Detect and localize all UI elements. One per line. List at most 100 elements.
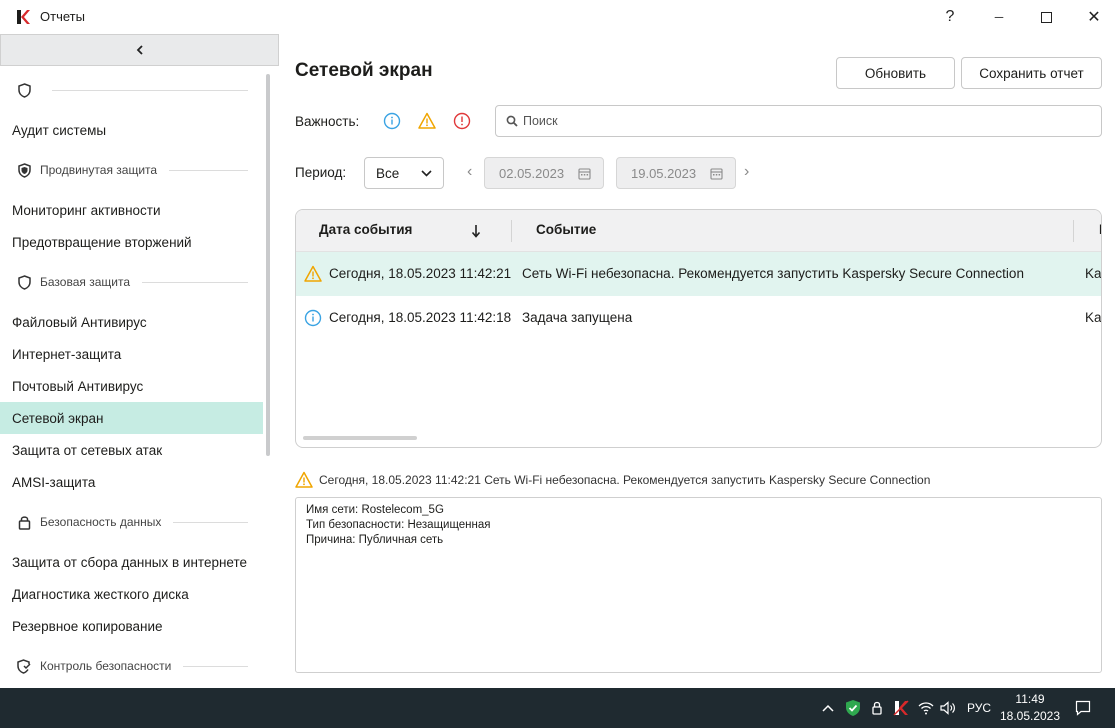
save-report-button[interactable]: Сохранить отчет xyxy=(961,57,1102,89)
chevron-up-icon xyxy=(822,704,834,712)
sidebar-item-label: Диагностика жесткого диска xyxy=(12,586,189,602)
sidebar-item-label: Интернет-защита xyxy=(12,346,122,362)
close-button[interactable]: ✕ xyxy=(1071,3,1115,31)
sidebar-item-label: Защита от сетевых атак xyxy=(12,442,163,458)
sidebar-item-label: Аудит системы xyxy=(12,122,107,138)
main-panel: Сетевой экран Обновить Сохранить отчет В… xyxy=(279,34,1115,688)
calendar-icon xyxy=(710,167,723,180)
detail-line: Причина: Публичная сеть xyxy=(306,534,444,546)
table-row[interactable]: Сегодня, 18.05.2023 11:42:18 Задача запу… xyxy=(296,296,1102,340)
row-extra: Kas xyxy=(1085,310,1102,325)
notification-icon xyxy=(1075,700,1091,716)
maximize-button[interactable] xyxy=(1023,3,1069,31)
window-title: Отчеты xyxy=(40,9,85,24)
divider xyxy=(183,665,248,667)
column-header-date[interactable]: Дата события xyxy=(319,222,412,237)
prev-period-button[interactable]: ‹ xyxy=(467,163,472,181)
sidebar-item-firewall[interactable]: Сетевой экран xyxy=(0,402,263,434)
page-title: Сетевой экран xyxy=(295,60,433,81)
sort-down-icon[interactable] xyxy=(471,224,481,238)
help-button[interactable]: ? xyxy=(927,3,973,31)
divider xyxy=(173,521,248,523)
column-separator[interactable] xyxy=(1073,220,1074,242)
lock-icon xyxy=(16,514,32,530)
sidebar-group-advanced: Продвинутая защита xyxy=(16,159,248,181)
clock[interactable]: 11:49 18.05.2023 xyxy=(1000,688,1060,728)
shield-check-icon xyxy=(16,658,32,674)
search-icon xyxy=(506,115,518,127)
date-from-field[interactable]: 02.05.2023 xyxy=(484,157,604,189)
sidebar-item-label: Почтовый Антивирус xyxy=(12,378,144,394)
column-header-event[interactable]: Событие xyxy=(536,222,596,237)
maximize-icon xyxy=(1040,11,1052,23)
sidebar-item-private-browsing[interactable]: Защита от сбора данных в интернете xyxy=(0,546,263,578)
sidebar-item-activity-monitor[interactable]: Мониторинг активности xyxy=(0,194,263,226)
tray-kaspersky-shield[interactable] xyxy=(843,688,863,728)
warning-filter-icon[interactable] xyxy=(418,112,436,130)
wifi-icon xyxy=(918,702,934,715)
sidebar-item-label: Предотвращение вторжений xyxy=(12,234,192,250)
sidebar-item-mail-antivirus[interactable]: Почтовый Антивирус xyxy=(0,370,263,402)
taskbar: РУС 11:49 18.05.2023 xyxy=(0,688,1115,728)
severity-label: Важность: xyxy=(295,114,360,129)
notifications-button[interactable] xyxy=(1072,688,1094,728)
minimize-button[interactable]: ─ xyxy=(976,3,1022,31)
chevron-down-icon xyxy=(421,169,432,177)
event-details-box[interactable]: Имя сети: Rostelecom_5G Тип безопасности… xyxy=(295,497,1102,673)
column-header-truncated: I xyxy=(1099,222,1101,237)
sidebar-item-disk-diagnostics[interactable]: Диагностика жесткого диска xyxy=(0,578,263,610)
show-hidden-icons-button[interactable] xyxy=(818,688,838,728)
date-from-value: 02.05.2023 xyxy=(499,165,565,181)
sidebar-group-basic: Базовая защита xyxy=(16,271,248,293)
tray-usb[interactable] xyxy=(867,688,887,728)
shield-icon xyxy=(16,274,32,290)
info-filter-icon[interactable] xyxy=(383,112,401,130)
event-details-header: Сегодня, 18.05.2023 11:42:21 Сеть Wi-Fi … xyxy=(295,471,930,489)
sidebar-group-label: Безопасность данных xyxy=(40,515,162,529)
event-details-title: Сегодня, 18.05.2023 11:42:21 Сеть Wi-Fi … xyxy=(319,473,931,487)
divider xyxy=(169,169,248,171)
warning-icon xyxy=(304,265,322,282)
column-separator[interactable] xyxy=(511,220,512,242)
collapse-sidebar-button[interactable] xyxy=(0,34,279,66)
tray-network[interactable] xyxy=(915,688,937,728)
sidebar: Аудит системы Продвинутая защита Монитор… xyxy=(0,34,279,688)
kaspersky-tray-icon xyxy=(893,700,909,716)
date-to-field[interactable]: 19.05.2023 xyxy=(616,157,736,189)
row-date: Сегодня, 18.05.2023 11:42:18 xyxy=(329,310,512,325)
next-period-button[interactable]: › xyxy=(744,163,749,181)
sidebar-scrollbar[interactable] xyxy=(266,74,270,456)
sidebar-item-amsi-protection[interactable]: AMSI-защита xyxy=(0,466,263,498)
sidebar-item-backup[interactable]: Резервное копирование xyxy=(0,610,263,642)
shield-icon xyxy=(16,82,32,98)
chevron-left-icon xyxy=(136,45,143,55)
table-row[interactable]: Сегодня, 18.05.2023 11:42:21 Сеть Wi-Fi … xyxy=(296,252,1101,296)
period-select[interactable]: Все xyxy=(364,157,444,189)
row-event: Задача запущена xyxy=(522,310,633,325)
events-table: Дата события Событие I Сегодня, 18.05.20… xyxy=(295,209,1102,448)
sidebar-item-web-protection[interactable]: Интернет-защита xyxy=(0,338,263,370)
divider xyxy=(52,89,248,91)
refresh-button[interactable]: Обновить xyxy=(836,57,955,89)
input-language[interactable]: РУС xyxy=(962,688,996,728)
sidebar-item-intrusion-prevention[interactable]: Предотвращение вторжений xyxy=(0,226,263,258)
usb-lock-icon xyxy=(872,701,882,715)
reports-window: Отчеты ? ─ ✕ Аудит системы Продвинутая з… xyxy=(0,0,1115,688)
sidebar-item-label: Сетевой экран xyxy=(12,410,104,426)
sidebar-item-label: Защита от сбора данных в интернете xyxy=(12,554,248,570)
search-input[interactable]: Поиск xyxy=(495,105,1102,137)
tray-kaspersky-app[interactable] xyxy=(890,688,912,728)
row-date: Сегодня, 18.05.2023 11:42:21 xyxy=(329,266,512,281)
tray-volume[interactable] xyxy=(938,688,958,728)
search-placeholder: Поиск xyxy=(523,114,558,128)
row-event: Сеть Wi-Fi небезопасна. Рекомендуется за… xyxy=(522,266,1024,281)
sidebar-item-network-attack-blocker[interactable]: Защита от сетевых атак xyxy=(0,434,263,466)
table-horizontal-scrollbar[interactable] xyxy=(303,436,417,440)
sidebar-item-label: Мониторинг активности xyxy=(12,202,161,218)
sidebar-group-data-security: Безопасность данных xyxy=(16,511,248,533)
sidebar-item-system-audit[interactable]: Аудит системы xyxy=(0,114,263,146)
sidebar-group-label: Контроль безопасности xyxy=(40,659,172,673)
sidebar-item-file-antivirus[interactable]: Файловый Антивирус xyxy=(0,306,263,338)
error-filter-icon[interactable] xyxy=(453,112,471,130)
period-label: Период: xyxy=(295,165,347,180)
